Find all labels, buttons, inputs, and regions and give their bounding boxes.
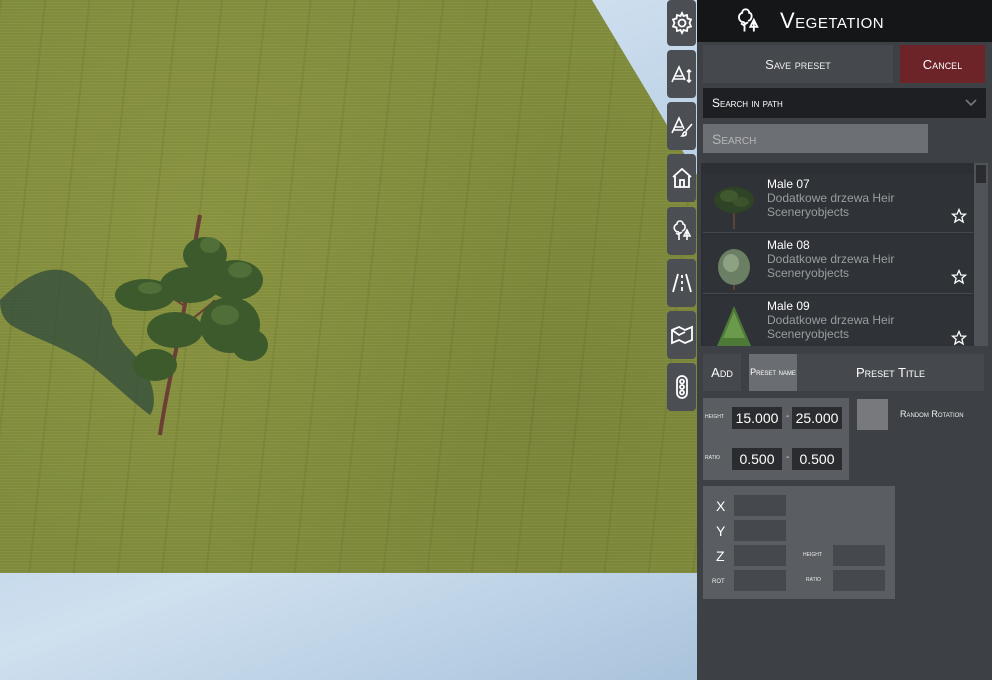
list-item[interactable]: Male 08 Dodatkowe drzewa Heir Sceneryobj… bbox=[703, 235, 973, 294]
star-icon[interactable] bbox=[951, 208, 967, 224]
tree-thumbnail bbox=[707, 237, 761, 292]
house-icon bbox=[671, 167, 692, 188]
range-dash: - bbox=[786, 452, 790, 463]
list-scrollbar[interactable] bbox=[974, 163, 988, 346]
scene-viewport[interactable] bbox=[0, 0, 697, 680]
size-settings: height 15.000 - 25.000 ratio 0.500 - 0.5… bbox=[703, 398, 849, 480]
z-label: Z bbox=[716, 548, 725, 564]
item-name: Male 09 bbox=[767, 299, 810, 313]
panel-title: Vegetation bbox=[780, 8, 885, 33]
range-dash: - bbox=[786, 411, 790, 422]
preset-title[interactable]: Preset Title bbox=[797, 354, 984, 391]
areas-button[interactable] bbox=[667, 311, 696, 359]
terrain-paint-icon bbox=[670, 116, 693, 137]
ratio-max-input[interactable]: 0.500 bbox=[792, 448, 842, 470]
height-min-input[interactable]: 15.000 bbox=[732, 407, 782, 429]
random-rotation-label: Random Rotation bbox=[900, 409, 964, 419]
traffic-light-icon bbox=[675, 375, 688, 399]
add-button[interactable]: Add bbox=[703, 354, 741, 391]
search-input[interactable] bbox=[703, 124, 928, 153]
vegetation-icon bbox=[672, 220, 691, 240]
dropdown-label: Search in path bbox=[712, 96, 783, 110]
random-rotation-checkbox[interactable] bbox=[857, 399, 888, 430]
item-name: Male 08 bbox=[767, 238, 810, 252]
object-list[interactable]: Male 07 Dodatkowe drzewa Heir Sceneryobj… bbox=[701, 163, 974, 346]
star-icon[interactable] bbox=[951, 330, 967, 346]
roads-button[interactable] bbox=[667, 259, 696, 307]
tree-model bbox=[0, 214, 268, 436]
settings-icon bbox=[671, 11, 692, 35]
save-preset-button[interactable]: Save preset bbox=[703, 45, 893, 83]
item-name: Male 07 bbox=[767, 177, 810, 191]
terrain-height-icon bbox=[670, 65, 692, 84]
tree-thumbnail bbox=[707, 176, 761, 231]
ratio-label: ratio bbox=[705, 454, 720, 461]
y-input[interactable] bbox=[734, 520, 786, 541]
transform-height-label: height bbox=[803, 551, 822, 558]
vegetation-button[interactable] bbox=[667, 207, 696, 255]
star-icon[interactable] bbox=[951, 269, 967, 285]
road-icon bbox=[671, 273, 692, 293]
trees-icon bbox=[738, 8, 759, 32]
transform-settings: X Y Z rot height ratio bbox=[703, 486, 895, 599]
cancel-button[interactable]: Cancel bbox=[900, 45, 985, 83]
tree-thumbnail bbox=[707, 298, 761, 346]
x-input[interactable] bbox=[734, 495, 786, 516]
transform-ratio-label: ratio bbox=[806, 576, 821, 583]
area-icon bbox=[670, 325, 693, 345]
scrollbar-thumb[interactable] bbox=[976, 165, 986, 183]
ratio-min-input[interactable]: 0.500 bbox=[732, 448, 782, 470]
buildings-button[interactable] bbox=[667, 154, 696, 202]
vegetation-panel: Vegetation Save preset Cancel Search in … bbox=[697, 0, 992, 680]
x-label: X bbox=[716, 498, 726, 514]
transform-ratio-input[interactable] bbox=[833, 570, 885, 591]
item-path: Dodatkowe drzewa Heir Sceneryobjects bbox=[767, 191, 895, 219]
settings-button[interactable] bbox=[667, 0, 696, 46]
height-max-input[interactable]: 25.000 bbox=[792, 407, 842, 429]
preset-name-button[interactable]: Preset name bbox=[749, 354, 797, 391]
terrain-height-button[interactable] bbox=[667, 50, 696, 98]
z-input[interactable] bbox=[734, 545, 786, 566]
item-path: Dodatkowe drzewa Heir Sceneryobjects bbox=[767, 252, 895, 280]
rot-label: rot bbox=[712, 575, 725, 585]
height-label: height bbox=[705, 413, 724, 420]
y-label: Y bbox=[716, 523, 726, 539]
rot-input[interactable] bbox=[734, 570, 786, 591]
list-item[interactable]: Male 09 Dodatkowe drzewa Heir Sceneryobj… bbox=[703, 296, 973, 346]
chevron-down-icon bbox=[965, 99, 977, 107]
panel-header: Vegetation bbox=[697, 0, 992, 42]
terrain-paint-button[interactable] bbox=[667, 102, 696, 150]
search-in-path-dropdown[interactable]: Search in path bbox=[703, 88, 986, 118]
transform-height-input[interactable] bbox=[833, 545, 885, 566]
traffic-lights-button[interactable] bbox=[667, 363, 696, 411]
item-path: Dodatkowe drzewa Heir Sceneryobjects bbox=[767, 313, 895, 341]
list-item[interactable]: Male 07 Dodatkowe drzewa Heir Sceneryobj… bbox=[703, 174, 973, 233]
